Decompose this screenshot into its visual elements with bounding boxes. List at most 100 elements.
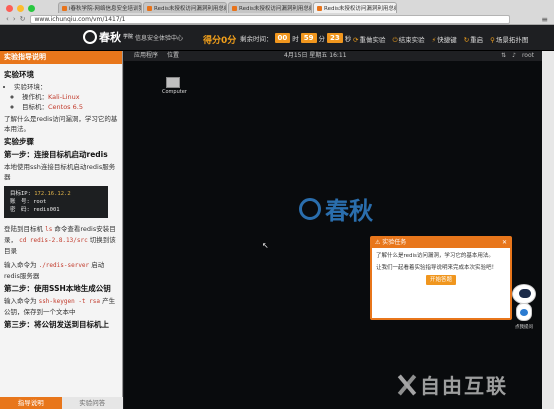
dialog-text-1: 了解什么是redis访问漏洞，学习它的基本用法。 [376,253,494,259]
redo-icon: ⟳ [353,36,359,44]
step1-text: 本地使用ssh连接目标机启动redis服务器 [4,163,116,181]
redo-lab-button[interactable]: ⟳重做实验 [353,34,385,45]
dialog-header: ⚠ 实验任务 ✕ [372,238,510,248]
maximize-window-button[interactable] [28,5,35,12]
env-heading: 实验环境 [4,70,34,79]
dialog-text-2: 让我们一起看着实验指导说明来完成本次实验吧！ [376,265,498,271]
redo-lab-label: 重做实验 [359,36,386,44]
tab-label: Redis未授权访问漏洞利用总结 [239,6,312,12]
window-controls [6,5,35,12]
watermark-x-icon [396,375,416,395]
applications-menu[interactable]: 应用程序 [134,51,158,61]
dialog-title: 实验任务 [382,239,407,246]
network-icon[interactable]: ⇅ [501,51,506,61]
favicon-icon [62,5,67,11]
text-span: 输入命令为 [4,261,37,269]
intro-text: 了解什么是redis访问漏洞，学习它的基本用法。 [4,115,118,133]
browser-tab-4[interactable]: Redis未授权访问漏洞利用总结✕ [313,2,397,13]
timer-label: 剩余时间： [240,35,273,43]
forward-arrow-icon[interactable]: › [13,15,16,23]
browser-menu-icon[interactable]: ≡ [541,15,548,24]
restart-button[interactable]: ↻重启 [464,34,483,45]
desktop-wallpaper-logo: 春秋 [299,191,373,226]
attacker-value: Kali-Linux [48,93,80,101]
restart-label: 重启 [470,36,484,44]
right-scroll-rail[interactable] [542,51,554,409]
lab-guide-panel: 实验指导说明 实验环境 实验环境： 操作机：Kali-Linux 目标机：Cen… [0,51,123,409]
location-icon: ⚲ [490,36,495,44]
timer-hours-unit: 时 [292,35,299,43]
inline-code: ls [45,226,53,233]
text-span: 登陆到目标机 [4,225,43,233]
guide-tabs: 指导说明 实验问答 [0,397,123,409]
logo-mark-icon [83,30,97,44]
watermark-text: 自由互联 [420,374,508,398]
browser-tab-1[interactable]: i春秋学院-网络信息安全培训第一品牌✕ [58,2,142,13]
power-icon: ⏻ [392,36,398,44]
score-display: 得分0分 [203,36,237,46]
inline-code: ./redis-server [38,262,90,269]
inline-code: ssh-keygen -t rsa [38,298,100,305]
url-input[interactable]: www.ichunqiu.com/vm/1417/1 [29,14,510,24]
address-bar-row: ‹ › ↻ www.ichunqiu.com/vm/1417/1 ≡ [0,13,554,25]
logo-text: 春秋 [99,31,121,44]
assistant-robot[interactable]: 点我提问 [509,284,539,339]
steps-heading: 实验步骤 [4,137,34,146]
topology-button[interactable]: ⚲场景拓扑图 [490,34,528,45]
mouse-cursor-icon: ↖ [262,241,269,250]
computer-desktop-icon[interactable]: Computer [162,77,187,95]
list-item: 目标机：Centos 6.5 [22,102,118,112]
browser-tab-2[interactable]: Redis未授权访问漏洞利用总结✕ [143,2,227,13]
chunqiu-mark-icon [299,197,321,220]
env-item-label: 实验环境： [14,83,47,91]
step1-heading: 第一步：连接目标机启动redis [4,150,108,159]
ip-value: 172.16.12.2 [34,191,71,197]
favicon-icon [232,5,237,11]
computer-icon [166,77,180,88]
para-keygen: 输入命令为 ssh-keygen -t rsa 产生公钥，保存到一个文本中 [4,296,118,317]
end-lab-button[interactable]: ⏻结束实验 [392,34,424,45]
computer-icon-label: Computer [162,89,187,95]
list-item: 操作机：Kali-Linux [22,92,118,102]
user-value: root [33,199,47,205]
robot-belly [520,309,528,316]
timer-hours: 00 [274,33,291,43]
remote-desktop[interactable]: 应用程序 位置 4月15日 星期五 16:11 ⇅ ♪ root Computer … [124,51,542,409]
minimize-window-button[interactable] [17,5,24,12]
close-dialog-icon[interactable]: ✕ [502,238,507,248]
reload-icon[interactable]: ↻ [20,15,26,23]
ichunqiu-logo[interactable]: 春秋 学院 信息安全体验中心 [83,29,183,45]
text-span: 输入命令为 [4,297,37,305]
attacker-label: 操作机： [22,93,48,101]
step3-heading: 第三步：将公钥发送到目标机上 [4,320,109,329]
dialog-body: 了解什么是redis访问漏洞，学习它的基本用法。 让我们一起看着实验指导说明来完… [372,248,510,289]
guide-content[interactable]: 实验环境 实验环境： 操作机：Kali-Linux 目标机：Centos 6.5… [0,64,122,335]
tab-qa[interactable]: 实验问答 [61,397,123,409]
tab-guide[interactable]: 指导说明 [0,397,62,409]
target-label: 目标机： [22,103,48,111]
para-server: 输入命令为 ./redis-server 启动redis服务器 [4,260,118,281]
lab-actions: ⟳重做实验 ⏻结束实验 ⚡快捷键 ↻重启 ⚲场景拓扑图 [353,34,528,45]
timer-minutes-unit: 分 [318,35,326,43]
warning-icon: ⚠ [375,239,383,246]
user-label: 账 号: [10,199,30,205]
timer-minutes: 59 [300,33,317,43]
ip-label: 目标IP: [10,191,31,197]
logo-subtext: 学院 [123,34,134,40]
guide-header: 实验指导说明 [0,51,122,64]
close-window-button[interactable] [6,5,13,12]
start-answer-button[interactable]: 开始答题 [426,275,456,285]
lightning-icon: ⚡ [431,36,437,44]
robot-face [519,289,531,298]
desktop-clock[interactable]: 4月15日 星期五 16:11 [284,51,347,61]
browser-tab-3[interactable]: Redis未授权访问漏洞利用总结✕ [228,2,312,13]
timer-seconds: 23 [327,33,343,43]
user-menu[interactable]: root [522,51,534,61]
back-arrow-icon[interactable]: ‹ [6,15,9,23]
pass-value: redis001 [33,207,60,213]
places-menu[interactable]: 位置 [167,51,179,61]
restart-icon: ↻ [463,36,470,44]
shortcuts-button[interactable]: ⚡快捷键 [432,34,457,45]
app-header: 春秋 学院 信息安全体验中心 得分0分 剩余时间： 00 时 59 分 23 秒 ⟳重… [0,26,554,51]
volume-icon[interactable]: ♪ [512,51,516,61]
